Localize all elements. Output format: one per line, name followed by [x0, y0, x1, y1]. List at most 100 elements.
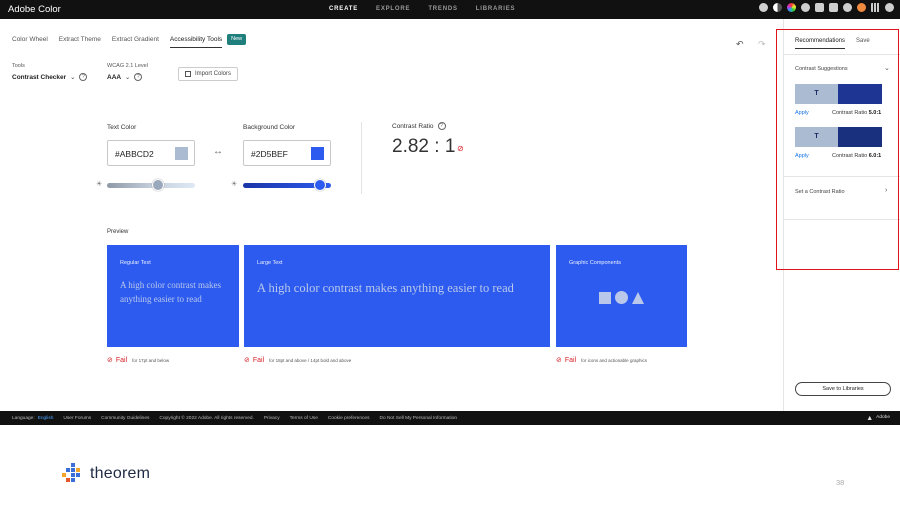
bell-icon[interactable] [843, 3, 852, 12]
slider-handle[interactable] [314, 179, 327, 191]
import-colors-button[interactable]: Import Colors [178, 67, 239, 81]
tab-extract-theme[interactable]: Extract Theme [59, 36, 101, 48]
fail-note: for icons and actionable graphics [581, 357, 647, 363]
help-icon[interactable]: ? [79, 73, 88, 81]
app-panel: Color Wheel Extract Theme Extract Gradie… [0, 19, 900, 411]
text-color-swatch[interactable] [175, 147, 188, 160]
apply-link-1[interactable]: Apply [795, 110, 809, 116]
apps-grid-icon[interactable] [871, 3, 880, 12]
adobe-logo: ▲ Adobe [866, 415, 890, 422]
preview-card-large: Large Text A high color contrast makes a… [244, 245, 550, 347]
preview-card-graphic: Graphic Components [556, 245, 687, 347]
contrast-suggestions-label: Contrast Suggestions [795, 66, 848, 72]
card-title: Graphic Components [569, 260, 621, 266]
panel-tabs: Recommendations Save [795, 38, 870, 49]
preview-label: Preview [107, 229, 129, 235]
tab-accessibility-tools[interactable]: Accessibility Tools [169, 36, 223, 48]
card-title: Regular Text [120, 260, 151, 266]
help-icon[interactable]: ? [437, 122, 446, 130]
divider [361, 122, 362, 194]
swap-icon[interactable]: ↔ [213, 146, 223, 157]
fail-icon: ⊘ [107, 357, 113, 364]
ratio-value: 6.0:1 [868, 153, 882, 159]
color-wheel-icon[interactable] [787, 3, 796, 12]
wcag-dropdown[interactable]: AAA ⌄ ? [107, 73, 143, 81]
suggestion-swatch-2[interactable]: T [795, 127, 882, 147]
nav-create[interactable]: CREATE [320, 0, 367, 19]
apply-link-2[interactable]: Apply [795, 153, 809, 159]
help-icon[interactable] [829, 3, 838, 12]
footer-link-guidelines[interactable]: Community Guidelines [101, 416, 149, 421]
text-color-value: #ABBCD2 [115, 149, 154, 159]
chevron-down-icon: ⌄ [70, 74, 76, 81]
chevron-down-icon[interactable]: ⌄ [884, 64, 890, 72]
ratio-value: 5.0:1 [868, 110, 882, 116]
fail-label: Fail [115, 356, 128, 364]
nav-explore[interactable]: EXPLORE [367, 0, 419, 19]
footer: Language: English User Forums Community … [0, 411, 900, 425]
undo-icon[interactable]: ↶ [736, 39, 744, 50]
contrast-ratio-value: 2.82 : 1 [392, 136, 456, 157]
redo-icon[interactable]: ↷ [758, 39, 766, 50]
text-color-input[interactable]: #ABBCD2 [107, 140, 195, 166]
adobe-wordmark: Adobe [876, 415, 890, 420]
divider [784, 54, 900, 55]
avatar[interactable] [857, 3, 866, 12]
top-nav: CREATE EXPLORE TRENDS LIBRARIES [320, 0, 524, 19]
slider-handle[interactable] [152, 179, 165, 191]
contrast-icon[interactable] [773, 3, 782, 12]
sub-tabs: Color Wheel Extract Theme Extract Gradie… [12, 34, 247, 48]
text-color-slider[interactable] [107, 179, 195, 191]
adobe-icon: ▲ [866, 415, 874, 422]
cc-icon[interactable] [885, 3, 894, 12]
brightness-icon: ☀ [231, 181, 238, 188]
text-color-label: Text Color [107, 124, 137, 131]
chevron-right-icon[interactable]: › [885, 187, 887, 194]
divider [784, 219, 900, 220]
language-link[interactable]: English [38, 416, 54, 421]
footer-link-do-not-sell[interactable]: Do Not Sell My Personal Information [379, 416, 457, 421]
background-color-label: Background Color [243, 124, 296, 131]
set-contrast-ratio-label[interactable]: Set a Contrast Ratio [795, 189, 845, 195]
recommendations-panel: Recommendations Save Contrast Suggestion… [783, 19, 900, 411]
theorem-logo: theorem [62, 463, 150, 485]
footer-copyright: Copyright © 2022 Adobe. All rights reser… [159, 415, 254, 421]
suggestion-bg-sample [838, 84, 882, 104]
footer-link-forums[interactable]: User Forums [63, 416, 91, 421]
chat-icon[interactable] [815, 3, 824, 12]
fail-icon: ⊘ [457, 144, 464, 153]
nav-trends[interactable]: TRENDS [419, 0, 466, 19]
contrast-ratio-label: Contrast Ratio ? [392, 122, 446, 130]
tab-color-wheel[interactable]: Color Wheel [12, 36, 48, 48]
fail-label: Fail [252, 356, 265, 364]
fail-note: for 18pt and above / 14pt bold and above [269, 357, 352, 363]
nav-libraries[interactable]: LIBRARIES [467, 0, 525, 19]
globe-icon[interactable] [801, 3, 810, 12]
suggestion-text-sample: T [795, 127, 838, 147]
footer-link-terms[interactable]: Terms of Use [290, 416, 318, 421]
card-sample-text: A high color contrast makes anything eas… [257, 281, 514, 295]
circle-icon [615, 291, 628, 304]
background-color-slider[interactable] [243, 179, 331, 191]
triangle-icon [632, 291, 644, 304]
suggestion-bg-sample [838, 127, 882, 147]
fail-status-large: ⊘ Fail for 18pt and above / 14pt bold an… [244, 356, 352, 365]
tab-recommendations[interactable]: Recommendations [795, 38, 846, 49]
settings-icon[interactable] [759, 3, 768, 12]
footer-link-cookies[interactable]: Cookie preferences [328, 416, 370, 421]
suggestion-swatch-1[interactable]: T [795, 84, 882, 104]
background-color-swatch[interactable] [311, 147, 324, 160]
help-icon[interactable]: ? [134, 73, 143, 81]
card-sample-text: A high color contrast makes anything eas… [120, 280, 221, 304]
page-number: 38 [836, 478, 845, 487]
background-color-value: #2D5BEF [251, 149, 288, 159]
theorem-wordmark: theorem [90, 465, 151, 482]
new-badge: New [227, 34, 247, 45]
save-to-libraries-button[interactable]: Save to Libraries [795, 382, 891, 396]
square-icon [599, 291, 611, 304]
tools-dropdown[interactable]: Contrast Checker ⌄ ? [12, 73, 88, 81]
footer-link-privacy[interactable]: Privacy [264, 416, 280, 421]
tab-extract-gradient[interactable]: Extract Gradient [112, 36, 159, 48]
background-color-input[interactable]: #2D5BEF [243, 140, 331, 166]
tab-save[interactable]: Save [856, 38, 870, 49]
